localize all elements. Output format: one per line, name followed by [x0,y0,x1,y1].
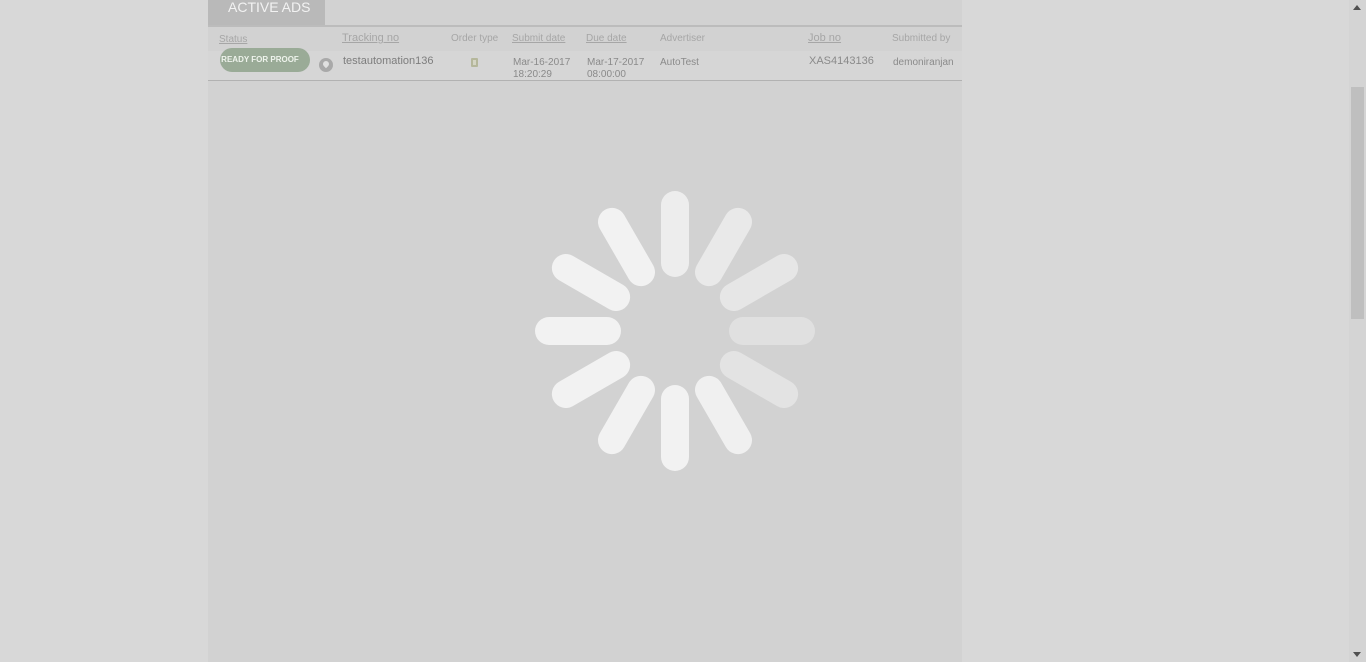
page: ACTIVE ADS Status Tracking no Order type… [0,0,1366,662]
spinner-spoke [535,317,621,345]
due-time: 08:00:00 [587,69,626,80]
header-advertiser: Advertiser [660,33,706,44]
status-badge[interactable]: READY FOR PROOF [220,48,310,72]
header-submitted-by: Submitted by [892,33,951,44]
header-order-type: Order type [451,33,499,44]
submit-time: 18:20:29 [513,69,552,80]
info-pin-icon[interactable] [319,58,333,72]
advertiser: AutoTest [660,57,699,68]
job-number: XAS4143136 [809,55,874,67]
tracking-number[interactable]: testautomation136 [343,56,434,67]
document-icon [471,58,478,67]
header-due-date[interactable]: Due date [586,33,627,44]
spinner-spoke [729,317,815,345]
header-submit-date[interactable]: Submit date [512,33,565,44]
submit-date: Mar-16-2017 [513,57,571,68]
arrow-up-icon[interactable] [1353,5,1361,10]
scrollbar-thumb[interactable] [1351,87,1364,319]
spinner-spoke [661,191,689,277]
table-header: Status Tracking no Order type Submit dat… [208,27,962,51]
spinner-spoke [661,385,689,471]
due-date: Mar-17-2017 [587,57,645,68]
header-job-no[interactable]: Job no [808,32,841,44]
loading-spinner-icon [535,191,815,471]
header-status[interactable]: Status [219,34,247,45]
header-tracking-no[interactable]: Tracking no [342,32,399,44]
table-row[interactable]: READY FOR PROOF testautomation136 Mar-16… [208,48,962,81]
tab-label: ACTIVE ADS [228,0,311,15]
arrow-down-icon[interactable] [1353,652,1361,657]
vertical-scrollbar[interactable] [1349,0,1366,662]
tab-active-ads[interactable]: ACTIVE ADS [208,0,325,25]
submitted-by: demoniranjan [893,57,954,68]
